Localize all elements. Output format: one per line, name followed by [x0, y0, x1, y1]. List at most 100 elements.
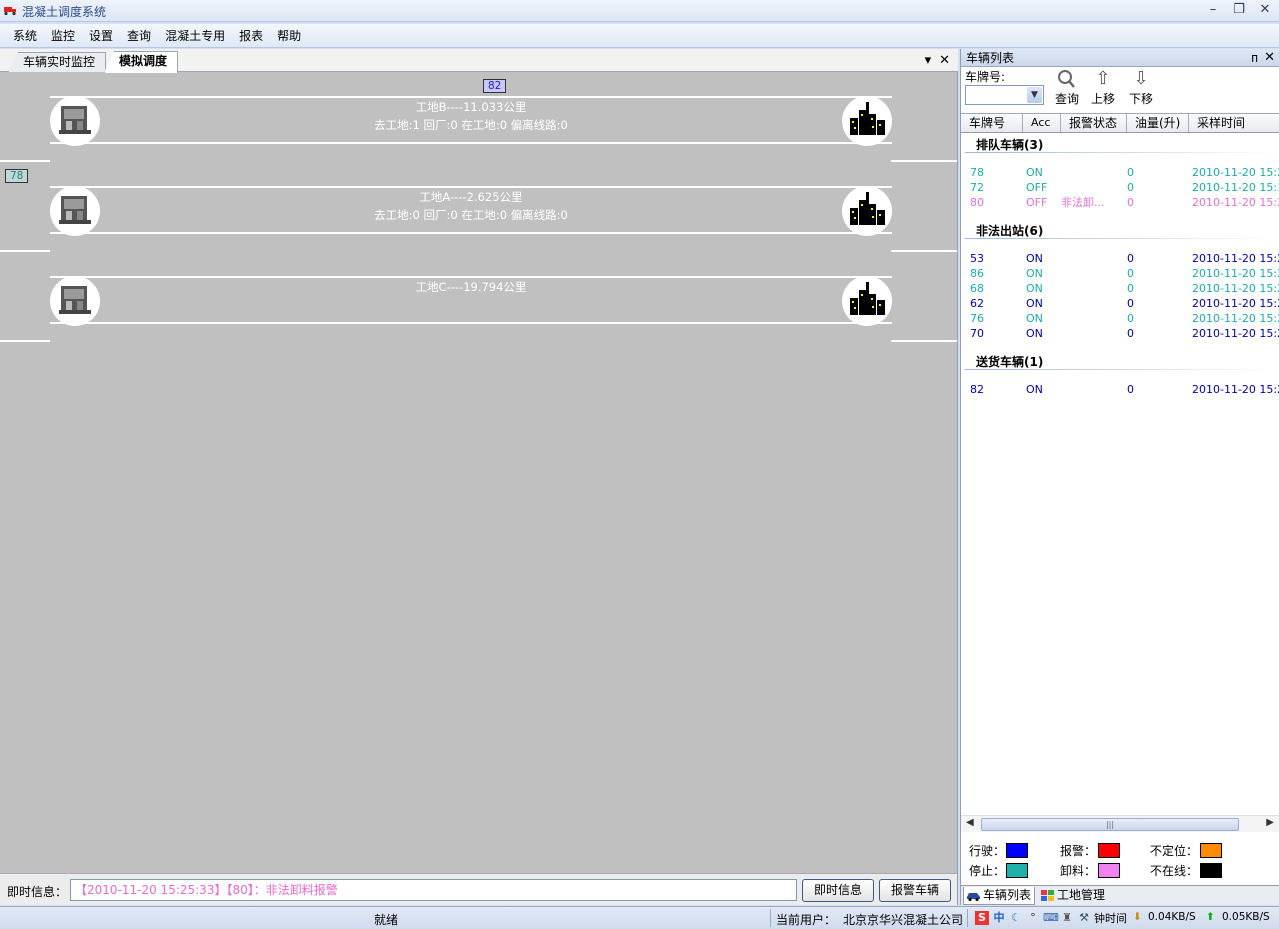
menu-system[interactable]: 系统	[6, 25, 44, 47]
close-window-button[interactable]: ✕	[1257, 2, 1273, 18]
cell-time: 2010-11-20 15:24	[1192, 327, 1279, 340]
menu-settings[interactable]: 设置	[82, 25, 120, 47]
cell-plate: 70	[970, 327, 984, 340]
lane-site-a[interactable]: 工地A----2.625公里 去工地:0 回厂:0 在工地:0 偏离线路:0	[50, 186, 892, 236]
cell-plate: 72	[970, 181, 984, 194]
cell-fuel: 0	[1127, 282, 1134, 295]
menu-concrete[interactable]: 混凝土专用	[158, 25, 232, 47]
minimize-button[interactable]: –	[1205, 2, 1221, 18]
cell-time: 2010-11-20 15:24	[1192, 312, 1279, 325]
menu-bar: 系统 监控 设置 查询 混凝土专用 报表 帮助	[0, 24, 1279, 48]
legend-swatch	[1098, 863, 1120, 878]
ime-s-icon[interactable]: S	[975, 911, 989, 925]
legend-stopped: 停止：	[969, 862, 1028, 879]
cell-fuel: 0	[1127, 252, 1134, 265]
wrench-icon[interactable]: ⚒	[1077, 911, 1091, 925]
group-title[interactable]: 送货车辆(1)	[976, 353, 1043, 370]
scroll-left-icon[interactable]: ◀	[966, 817, 974, 828]
vehicle-tag-82[interactable]: 82	[483, 79, 507, 93]
col-plate[interactable]: 车牌号	[961, 114, 1023, 132]
cell-time: 2010-11-20 15:25	[1192, 267, 1279, 280]
query-button[interactable]: 查询	[1051, 68, 1083, 107]
vehicle-row[interactable]: 68 ON 0 2010-11-20 15:25	[961, 281, 1279, 296]
cell-time: 2010-11-20 15:25	[1192, 252, 1279, 265]
cell-fuel: 0	[1127, 297, 1134, 310]
vehicle-tag-78[interactable]: 78	[5, 169, 29, 183]
vehicle-row[interactable]: 76 ON 0 2010-11-20 15:24	[961, 311, 1279, 326]
download-arrow-icon: ⬇	[1133, 911, 1142, 923]
moon-icon[interactable]: ☾	[1009, 911, 1023, 925]
horizontal-scrollbar[interactable]: ◀ ||| ▶	[961, 815, 1279, 832]
lane-site-b[interactable]: 工地B----11.033公里 去工地:1 回厂:0 在工地:0 偏离线路:0	[50, 96, 892, 146]
road-line	[0, 160, 50, 162]
scroll-right-icon[interactable]: ▶	[1266, 817, 1274, 828]
shirt-icon[interactable]: ♜	[1060, 911, 1074, 925]
tab-strip: 车辆实时监控 模拟调度 ▾ ✕	[0, 49, 958, 73]
cell-acc: ON	[1026, 297, 1043, 310]
vehicle-row[interactable]: 78 ON 0 2010-11-20 15:23	[961, 165, 1279, 180]
move-down-button[interactable]: ⇩ 下移	[1125, 68, 1157, 107]
menu-monitor[interactable]: 监控	[44, 25, 82, 47]
vehicle-row[interactable]: 86 ON 0 2010-11-20 15:25	[961, 266, 1279, 281]
legend-swatch	[1200, 843, 1222, 858]
status-separator	[967, 909, 968, 927]
vehicle-row[interactable]: 82 ON 0 2010-11-20 15:25	[961, 382, 1279, 397]
arrow-up-icon: ⇧	[1095, 68, 1111, 89]
scrollbar-thumb[interactable]: |||	[981, 818, 1239, 831]
group-title[interactable]: 排队车辆(3)	[976, 136, 1043, 153]
group-title[interactable]: 非法出站(6)	[976, 222, 1043, 239]
menu-query[interactable]: 查询	[120, 25, 158, 47]
alarm-vehicles-button[interactable]: 报警车辆	[879, 879, 951, 902]
cell-plate: 62	[970, 297, 984, 310]
keyboard-icon[interactable]: ⌨	[1043, 911, 1059, 925]
tab-site-management[interactable]: 工地管理	[1038, 887, 1105, 905]
ime-chinese-icon[interactable]: 中	[992, 911, 1006, 925]
chevron-down-icon[interactable]: ▼	[1027, 87, 1042, 103]
close-tab-icon[interactable]: ✕	[939, 53, 950, 68]
cell-acc: OFF	[1026, 181, 1048, 194]
road-line	[891, 160, 957, 162]
cell-time: 2010-11-20 15:21	[1192, 297, 1279, 310]
vehicle-row[interactable]: 62 ON 0 2010-11-20 15:21	[961, 296, 1279, 311]
cell-alarm: 非法卸...	[1061, 196, 1105, 209]
vehicle-row[interactable]: 53 ON 0 2010-11-20 15:25	[961, 251, 1279, 266]
panel-header: 车辆列表 ᴨ ✕	[961, 49, 1279, 67]
car-icon	[967, 893, 980, 902]
truck-app-icon	[4, 7, 16, 16]
col-fuel[interactable]: 油量(升)	[1127, 114, 1189, 132]
tab-realtime-monitor[interactable]: 车辆实时监控	[8, 52, 107, 72]
pin-icon[interactable]: ᴨ	[1251, 49, 1258, 67]
legend-no-gps: 不定位：	[1150, 842, 1222, 859]
query-label: 查询	[1054, 92, 1079, 106]
lane-site-c[interactable]: 工地C----19.794公里	[50, 276, 892, 326]
col-acc[interactable]: Acc	[1023, 114, 1061, 132]
info-bar: 即时信息： 【2010-11-20 15:25:33】【80】：非法卸料报警 即…	[0, 873, 957, 905]
vehicle-row[interactable]: 80 OFF 非法卸... 0 2010-11-20 15:25	[961, 195, 1279, 210]
menu-reports[interactable]: 报表	[232, 25, 270, 47]
punctuation-icon[interactable]: °	[1026, 911, 1040, 925]
close-panel-icon[interactable]: ✕	[1264, 49, 1275, 67]
vehicle-row[interactable]: 70 ON 0 2010-11-20 15:24	[961, 326, 1279, 341]
instant-info-button[interactable]: 即时信息	[802, 879, 874, 902]
col-sample-time[interactable]: 采样时间	[1189, 114, 1279, 132]
info-message-field[interactable]: 【2010-11-20 15:25:33】【80】：非法卸料报警	[70, 879, 797, 901]
lane-title: 工地C----19.794公里	[415, 280, 527, 294]
legend-label: 卸料：	[1060, 864, 1097, 878]
status-legend: 行驶： 报警： 不定位： 停止： 卸料： 不在线：	[961, 834, 1279, 884]
status-ready: 就绪	[374, 913, 399, 927]
vehicle-row[interactable]: 72 OFF 0 2010-11-20 15:17	[961, 180, 1279, 195]
info-label: 即时信息：	[7, 885, 68, 899]
col-alarm[interactable]: 报警状态	[1061, 114, 1127, 132]
tab-simulation-dispatch[interactable]: 模拟调度	[104, 51, 179, 73]
plate-select[interactable]: ▼	[965, 85, 1044, 105]
move-up-button[interactable]: ⇧ 上移	[1087, 68, 1119, 107]
tab-vehicle-list[interactable]: 车辆列表	[963, 887, 1035, 905]
tab-list-dropdown-icon[interactable]: ▾	[925, 53, 932, 68]
upload-arrow-icon: ⬆	[1206, 911, 1215, 923]
menu-help[interactable]: 帮助	[270, 25, 308, 47]
restore-button[interactable]: ❐	[1231, 2, 1247, 18]
cell-fuel: 0	[1127, 312, 1134, 325]
title-bar: 混凝土调度系统 – ❐ ✕	[0, 0, 1279, 22]
legend-swatch	[1098, 843, 1120, 858]
cell-acc: ON	[1026, 383, 1043, 396]
